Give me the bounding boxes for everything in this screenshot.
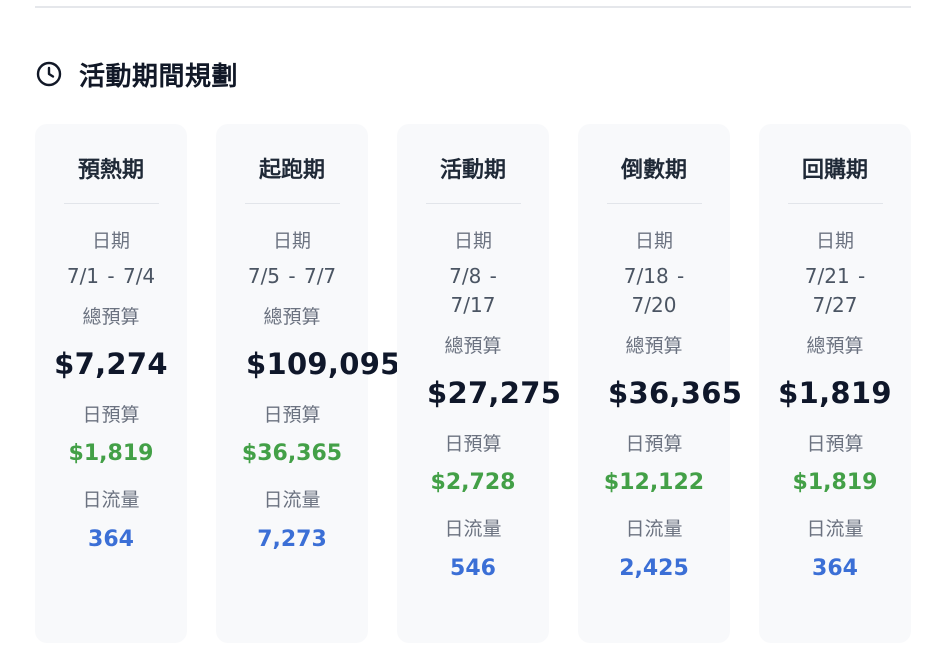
card-divider <box>63 203 159 204</box>
daily-budget-label: 日預算 <box>806 433 864 455</box>
phase-title: 回購期 <box>801 158 868 183</box>
phase-title: 預熱期 <box>77 158 144 183</box>
phase-date: 7/21 - 7/27 <box>804 264 866 317</box>
daily-budget-value: $12,122 <box>603 470 705 495</box>
total-budget-label: 總預算 <box>263 306 321 328</box>
daily-traffic-value: 546 <box>450 556 496 581</box>
daily-traffic-value: 364 <box>88 527 134 552</box>
daily-traffic-label: 日流量 <box>444 518 502 540</box>
daily-traffic-label: 日流量 <box>625 518 683 540</box>
card-divider <box>425 203 521 204</box>
phase-title: 倒數期 <box>620 158 687 183</box>
top-divider <box>35 6 911 8</box>
total-budget-value: $109,095 <box>246 347 401 381</box>
daily-budget-label: 日預算 <box>263 404 321 426</box>
phase-card-preheat: 預熱期 日期 7/1 - 7/4 總預算 $7,274 日預算 $1,819 日… <box>35 124 187 643</box>
phase-card-campaign: 活動期 日期 7/8 - 7/17 總預算 $27,275 日預算 $2,728… <box>397 124 561 643</box>
date-label: 日期 <box>815 230 854 252</box>
phase-date: 7/1 - 7/4 <box>66 264 156 288</box>
phase-date: 7/5 - 7/7 <box>247 264 337 288</box>
date-label: 日期 <box>272 230 311 252</box>
phase-card-countdown: 倒數期 日期 7/18 - 7/20 總預算 $36,365 日預算 $12,1… <box>578 124 742 643</box>
phase-card-repurchase: 回購期 日期 7/21 - 7/27 總預算 $1,819 日預算 $1,819… <box>759 124 911 643</box>
daily-traffic-label: 日流量 <box>806 518 864 540</box>
date-label: 日期 <box>634 230 673 252</box>
card-divider <box>787 203 883 204</box>
daily-traffic-value: 7,273 <box>257 527 327 552</box>
daily-budget-label: 日預算 <box>444 433 502 455</box>
daily-traffic-label: 日流量 <box>82 489 140 511</box>
phase-card-launch: 起跑期 日期 7/5 - 7/7 總預算 $109,095 日預算 $36,36… <box>216 124 400 643</box>
total-budget-value: $36,365 <box>608 376 743 410</box>
date-label: 日期 <box>91 230 130 252</box>
total-budget-value: $1,819 <box>778 376 892 410</box>
total-budget-label: 總預算 <box>806 335 864 357</box>
total-budget-label: 總預算 <box>625 335 683 357</box>
total-budget-value: $27,275 <box>427 376 562 410</box>
clock-icon <box>35 60 63 88</box>
total-budget-value: $7,274 <box>54 347 168 381</box>
section-title: 活動期間規劃 <box>79 61 239 92</box>
card-divider <box>606 203 702 204</box>
section-header: 活動期間規劃 <box>35 56 238 92</box>
daily-budget-value: $1,819 <box>68 441 154 466</box>
phase-date: 7/8 - 7/17 <box>449 264 497 317</box>
daily-budget-label: 日預算 <box>82 404 140 426</box>
daily-traffic-label: 日流量 <box>263 489 321 511</box>
phase-title: 活動期 <box>439 158 506 183</box>
phase-cards: 預熱期 日期 7/1 - 7/4 總預算 $7,274 日預算 $1,819 日… <box>35 124 911 643</box>
total-budget-label: 總預算 <box>444 335 502 357</box>
daily-budget-value: $2,728 <box>430 470 516 495</box>
daily-budget-label: 日預算 <box>625 433 683 455</box>
date-label: 日期 <box>453 230 492 252</box>
daily-traffic-value: 364 <box>812 556 858 581</box>
phase-date: 7/18 - 7/20 <box>623 264 685 317</box>
phase-title: 起跑期 <box>258 158 325 183</box>
daily-budget-value: $1,819 <box>792 470 878 495</box>
card-divider <box>244 203 340 204</box>
daily-traffic-value: 2,425 <box>619 556 689 581</box>
total-budget-label: 總預算 <box>82 306 140 328</box>
daily-budget-value: $36,365 <box>241 441 343 466</box>
